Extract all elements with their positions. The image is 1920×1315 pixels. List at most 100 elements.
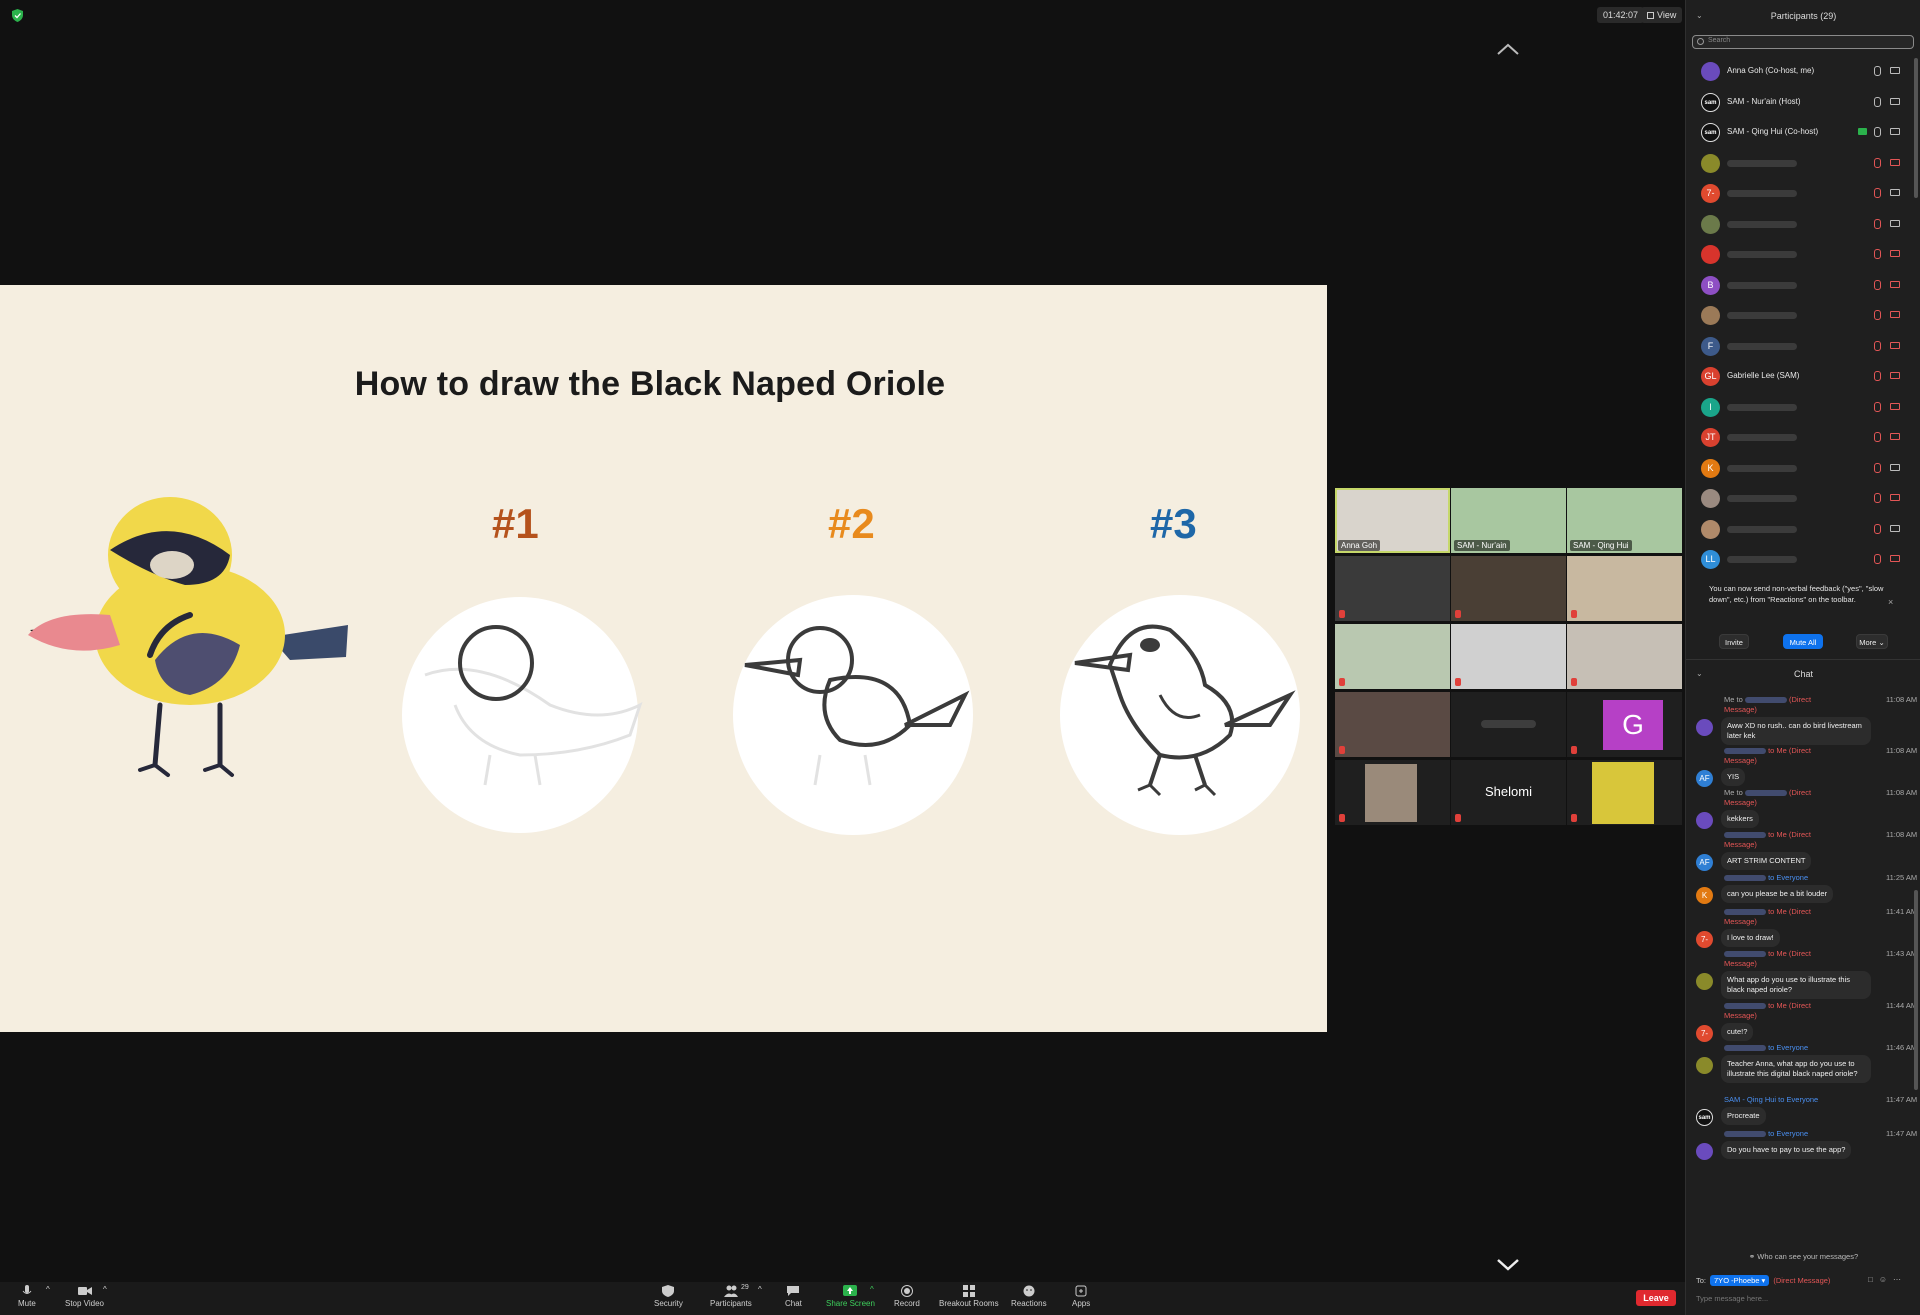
message-bubble[interactable]: cute!? xyxy=(1721,1023,1754,1041)
message-bubble[interactable]: can you please be a bit louder xyxy=(1721,885,1834,903)
video-camera-off-icon[interactable] xyxy=(1890,158,1900,166)
who-can-see-link[interactable]: ⚭ Who can see your messages? xyxy=(1686,1252,1920,1261)
microphone-muted-icon[interactable] xyxy=(1874,249,1881,259)
participant-row[interactable]: B xyxy=(1686,270,1920,301)
video-camera-off-icon[interactable] xyxy=(1890,402,1900,410)
message-bubble[interactable]: Teacher Anna, what app do you use to ill… xyxy=(1721,1055,1871,1083)
video-camera-off-icon[interactable] xyxy=(1890,372,1900,379)
collapse-participants-icon[interactable]: ⌄ xyxy=(1696,11,1703,20)
participants-scrollbar[interactable] xyxy=(1914,58,1918,198)
leave-button[interactable]: Leave xyxy=(1636,1290,1676,1306)
video-tile[interactable] xyxy=(1335,692,1450,757)
video-camera-off-icon[interactable] xyxy=(1890,555,1900,562)
video-camera-off-icon[interactable] xyxy=(1890,250,1900,257)
video-camera-off-icon[interactable] xyxy=(1890,311,1900,318)
video-camera-icon[interactable] xyxy=(1890,67,1900,74)
apps-button[interactable]: Apps xyxy=(1072,1285,1090,1308)
invite-button[interactable]: Invite xyxy=(1719,634,1749,649)
record-button[interactable]: Record xyxy=(894,1285,920,1308)
participant-row[interactable] xyxy=(1686,209,1920,240)
participant-row[interactable]: sam SAM - Nur'ain (Host) xyxy=(1686,87,1920,118)
message-bubble[interactable]: Do you have to pay to use the app? xyxy=(1721,1141,1852,1159)
video-camera-icon[interactable] xyxy=(1890,463,1900,471)
participant-row[interactable]: LL xyxy=(1686,544,1920,575)
participant-row[interactable]: Anna Goh (Co-host, me) xyxy=(1686,56,1920,87)
participant-row[interactable]: sam SAM - Qing Hui (Co-host) xyxy=(1686,117,1920,148)
microphone-muted-icon[interactable] xyxy=(1874,523,1881,534)
video-tile[interactable] xyxy=(1335,556,1450,621)
microphone-muted-icon[interactable] xyxy=(1874,218,1881,229)
video-tile[interactable]: SAM - Qing Hui xyxy=(1567,488,1682,553)
participant-row[interactable] xyxy=(1686,300,1920,331)
video-camera-icon[interactable] xyxy=(1890,189,1900,196)
participant-row[interactable] xyxy=(1686,514,1920,545)
microphone-icon[interactable] xyxy=(1874,127,1881,137)
chat-button[interactable]: Chat xyxy=(785,1285,802,1308)
message-bubble[interactable]: I love to draw! xyxy=(1721,929,1780,947)
video-tile[interactable] xyxy=(1567,760,1682,825)
participant-row[interactable] xyxy=(1686,483,1920,514)
video-options-caret-icon[interactable]: ^ xyxy=(103,1285,107,1294)
video-tile[interactable] xyxy=(1567,556,1682,621)
message-bubble[interactable]: What app do you use to illustrate this b… xyxy=(1721,971,1871,999)
microphone-muted-icon[interactable] xyxy=(1874,310,1881,320)
collapse-chat-icon[interactable]: ⌄ xyxy=(1696,669,1703,678)
share-options-caret-icon[interactable]: ^ xyxy=(870,1285,874,1294)
message-bubble[interactable]: kekkers xyxy=(1721,810,1759,828)
microphone-muted-icon[interactable] xyxy=(1874,462,1881,473)
video-camera-icon[interactable] xyxy=(1890,219,1900,227)
video-camera-icon[interactable] xyxy=(1890,128,1900,135)
view-button[interactable]: View xyxy=(1641,7,1683,23)
mute-button[interactable]: Mute xyxy=(18,1285,36,1308)
microphone-muted-icon[interactable] xyxy=(1874,188,1881,198)
video-camera-icon[interactable] xyxy=(1890,97,1900,105)
participant-row[interactable] xyxy=(1686,148,1920,179)
emoji-icon[interactable]: ☺ xyxy=(1879,1275,1893,1284)
more-options-icon[interactable]: ⋯ xyxy=(1893,1275,1907,1284)
microphone-icon[interactable] xyxy=(1874,96,1881,107)
video-tile[interactable] xyxy=(1451,692,1566,757)
video-tile[interactable]: Anna Goh xyxy=(1335,488,1450,553)
video-camera-off-icon[interactable] xyxy=(1890,433,1900,440)
video-tile[interactable] xyxy=(1567,624,1682,689)
mute-options-caret-icon[interactable]: ^ xyxy=(46,1285,50,1294)
file-icon[interactable]: □ xyxy=(1868,1275,1879,1284)
participant-row[interactable]: 7- xyxy=(1686,178,1920,209)
video-tile[interactable] xyxy=(1451,624,1566,689)
microphone-muted-icon[interactable] xyxy=(1874,493,1881,503)
participant-search-input[interactable]: Search xyxy=(1692,35,1914,49)
video-tile[interactable] xyxy=(1335,760,1450,825)
video-camera-off-icon[interactable] xyxy=(1890,494,1900,501)
video-camera-icon[interactable] xyxy=(1890,524,1900,532)
microphone-muted-icon[interactable] xyxy=(1874,401,1881,412)
participant-row[interactable]: GL Gabrielle Lee (SAM) xyxy=(1686,361,1920,392)
breakout-rooms-button[interactable]: Breakout Rooms xyxy=(939,1285,999,1308)
video-tile[interactable]: Shelomi xyxy=(1451,760,1566,825)
video-tile[interactable] xyxy=(1335,624,1450,689)
stop-video-button[interactable]: Stop Video xyxy=(65,1285,104,1308)
video-tile[interactable]: SAM - Nur'ain xyxy=(1451,488,1566,553)
reactions-button[interactable]: Reactions xyxy=(1011,1285,1047,1308)
message-bubble[interactable]: Aww XD no rush.. can do bird livestream … xyxy=(1721,717,1871,745)
video-tile[interactable]: G xyxy=(1567,692,1682,757)
more-button[interactable]: More ⌄ xyxy=(1856,634,1888,649)
participant-row[interactable] xyxy=(1686,239,1920,270)
mute-all-button[interactable]: Mute All xyxy=(1783,634,1823,649)
participant-row[interactable]: JT xyxy=(1686,422,1920,453)
microphone-icon[interactable] xyxy=(1874,66,1881,76)
video-tile[interactable] xyxy=(1451,556,1566,621)
participants-options-caret-icon[interactable]: ^ xyxy=(758,1285,762,1294)
message-bubble[interactable]: Procreate xyxy=(1721,1107,1766,1125)
video-camera-off-icon[interactable] xyxy=(1890,280,1900,288)
message-bubble[interactable]: YIS xyxy=(1721,768,1746,786)
chevron-up-icon[interactable] xyxy=(1496,42,1520,56)
microphone-muted-icon[interactable] xyxy=(1874,279,1881,290)
participant-row[interactable]: I xyxy=(1686,392,1920,423)
message-bubble[interactable]: ART STRIM CONTENT xyxy=(1721,852,1812,870)
participant-row[interactable]: F xyxy=(1686,331,1920,362)
microphone-muted-icon[interactable] xyxy=(1874,432,1881,442)
close-icon[interactable]: × xyxy=(1888,597,1893,607)
microphone-muted-icon[interactable] xyxy=(1874,157,1881,168)
chevron-down-icon[interactable] xyxy=(1496,1258,1520,1272)
microphone-muted-icon[interactable] xyxy=(1874,371,1881,381)
